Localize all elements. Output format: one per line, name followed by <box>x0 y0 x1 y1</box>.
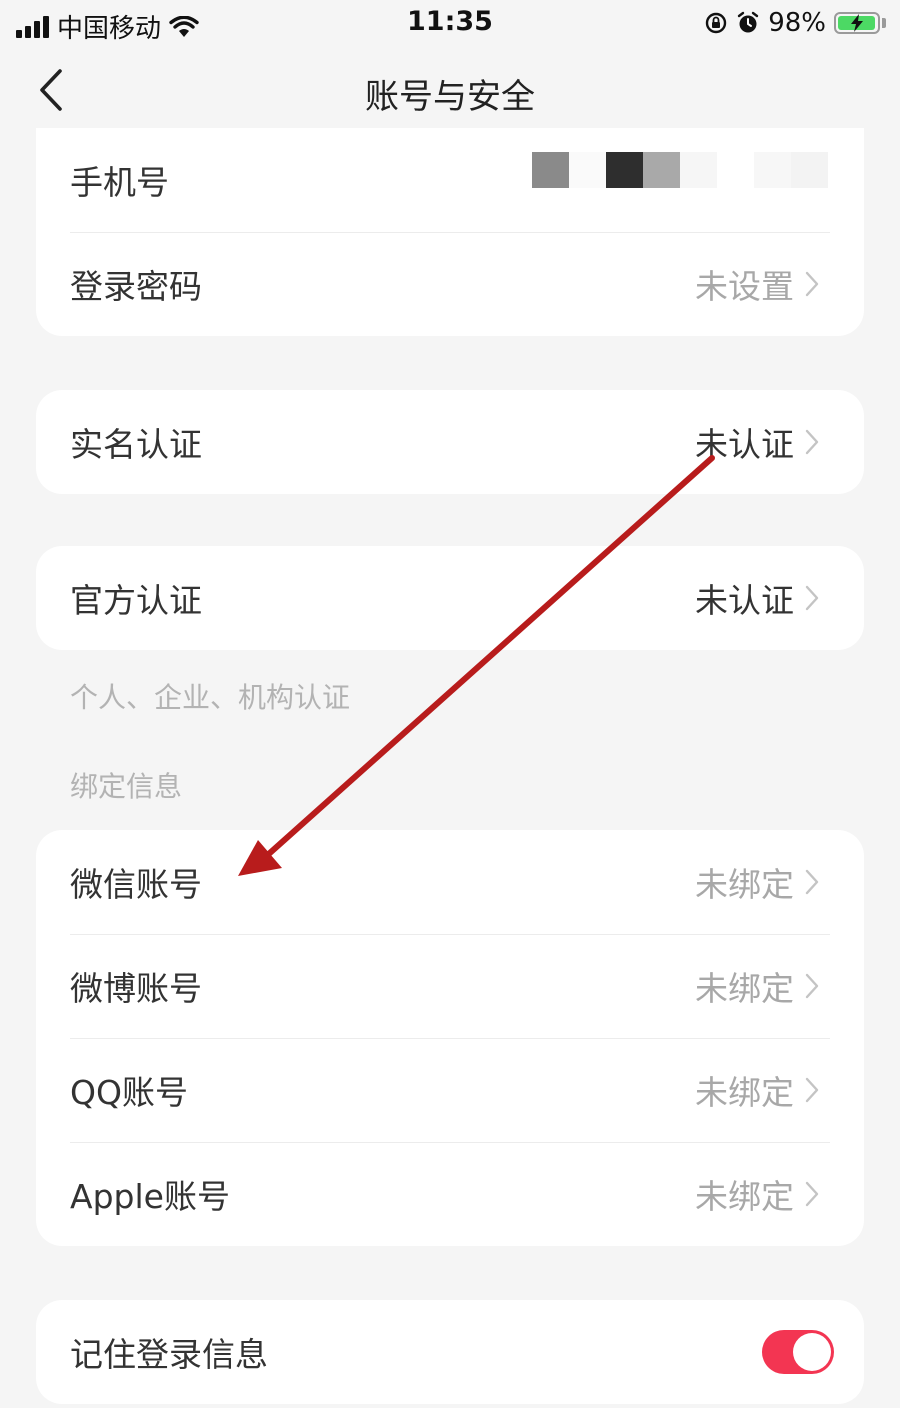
binding-value: 未绑定 <box>695 969 794 1008</box>
remember-toggle[interactable] <box>762 1330 834 1374</box>
phone-row[interactable]: 手机号 <box>36 128 864 232</box>
password-label: 登录密码 <box>70 267 202 306</box>
battery-percent: 98% <box>768 8 826 38</box>
annotation-arrow-shaft <box>259 455 715 863</box>
binding-row-qq[interactable]: QQ账号 未绑定 <box>36 1038 864 1142</box>
chevron-right-icon <box>805 429 819 455</box>
account-card: 手机号 登录密码 未设置 <box>36 128 864 336</box>
chevron-right-icon <box>805 585 819 611</box>
official-card: 官方认证 未认证 <box>36 546 864 650</box>
binding-row-apple[interactable]: Apple账号 未绑定 <box>36 1142 864 1246</box>
status-right: 98% <box>704 8 886 38</box>
remember-row: 记住登录信息 <box>36 1300 864 1404</box>
password-value: 未设置 <box>695 267 794 306</box>
identity-card: 实名认证 未认证 <box>36 390 864 494</box>
official-value: 未认证 <box>695 581 794 620</box>
page-title: 账号与安全 <box>365 77 535 117</box>
remember-label: 记住登录信息 <box>70 1335 268 1374</box>
password-row[interactable]: 登录密码 未设置 <box>36 232 864 336</box>
official-label: 官方认证 <box>70 581 202 620</box>
binding-label: Apple账号 <box>70 1177 230 1216</box>
remember-card: 记住登录信息 <box>36 1300 864 1404</box>
binding-value: 未绑定 <box>695 1073 794 1112</box>
binding-section-title: 绑定信息 <box>70 770 183 803</box>
chevron-right-icon <box>805 1181 819 1207</box>
charging-bolt-icon <box>851 14 863 32</box>
binding-label: QQ账号 <box>70 1073 188 1112</box>
binding-value: 未绑定 <box>695 865 794 904</box>
official-hint: 个人、企业、机构认证 <box>70 681 351 714</box>
status-bar: 中国移动 11:35 98% <box>0 0 900 50</box>
chevron-right-icon <box>805 271 819 297</box>
toggle-knob <box>793 1333 831 1371</box>
orientation-lock-icon <box>706 12 727 34</box>
chevron-right-icon <box>805 1077 819 1103</box>
identity-value: 未认证 <box>695 425 794 464</box>
identity-row[interactable]: 实名认证 未认证 <box>36 390 864 494</box>
chevron-right-icon <box>805 973 819 999</box>
phone-number-mosaic <box>532 152 828 188</box>
official-row[interactable]: 官方认证 未认证 <box>36 546 864 650</box>
phone-label: 手机号 <box>70 163 169 202</box>
binding-label: 微博账号 <box>70 969 202 1008</box>
battery-cap <box>882 18 886 28</box>
binding-label: 微信账号 <box>70 865 202 904</box>
alarm-icon <box>738 11 759 33</box>
binding-value: 未绑定 <box>695 1177 794 1216</box>
nav-bar: 账号与安全 <box>0 55 900 125</box>
binding-row-wechat[interactable]: 微信账号 未绑定 <box>36 830 864 934</box>
battery-icon <box>834 12 880 34</box>
binding-row-weibo[interactable]: 微博账号 未绑定 <box>36 934 864 1038</box>
binding-card: 微信账号 未绑定 微博账号 未绑定 QQ账号 未绑定 Apple账号 未绑定 <box>36 830 864 1246</box>
identity-label: 实名认证 <box>70 425 202 464</box>
chevron-right-icon <box>805 869 819 895</box>
